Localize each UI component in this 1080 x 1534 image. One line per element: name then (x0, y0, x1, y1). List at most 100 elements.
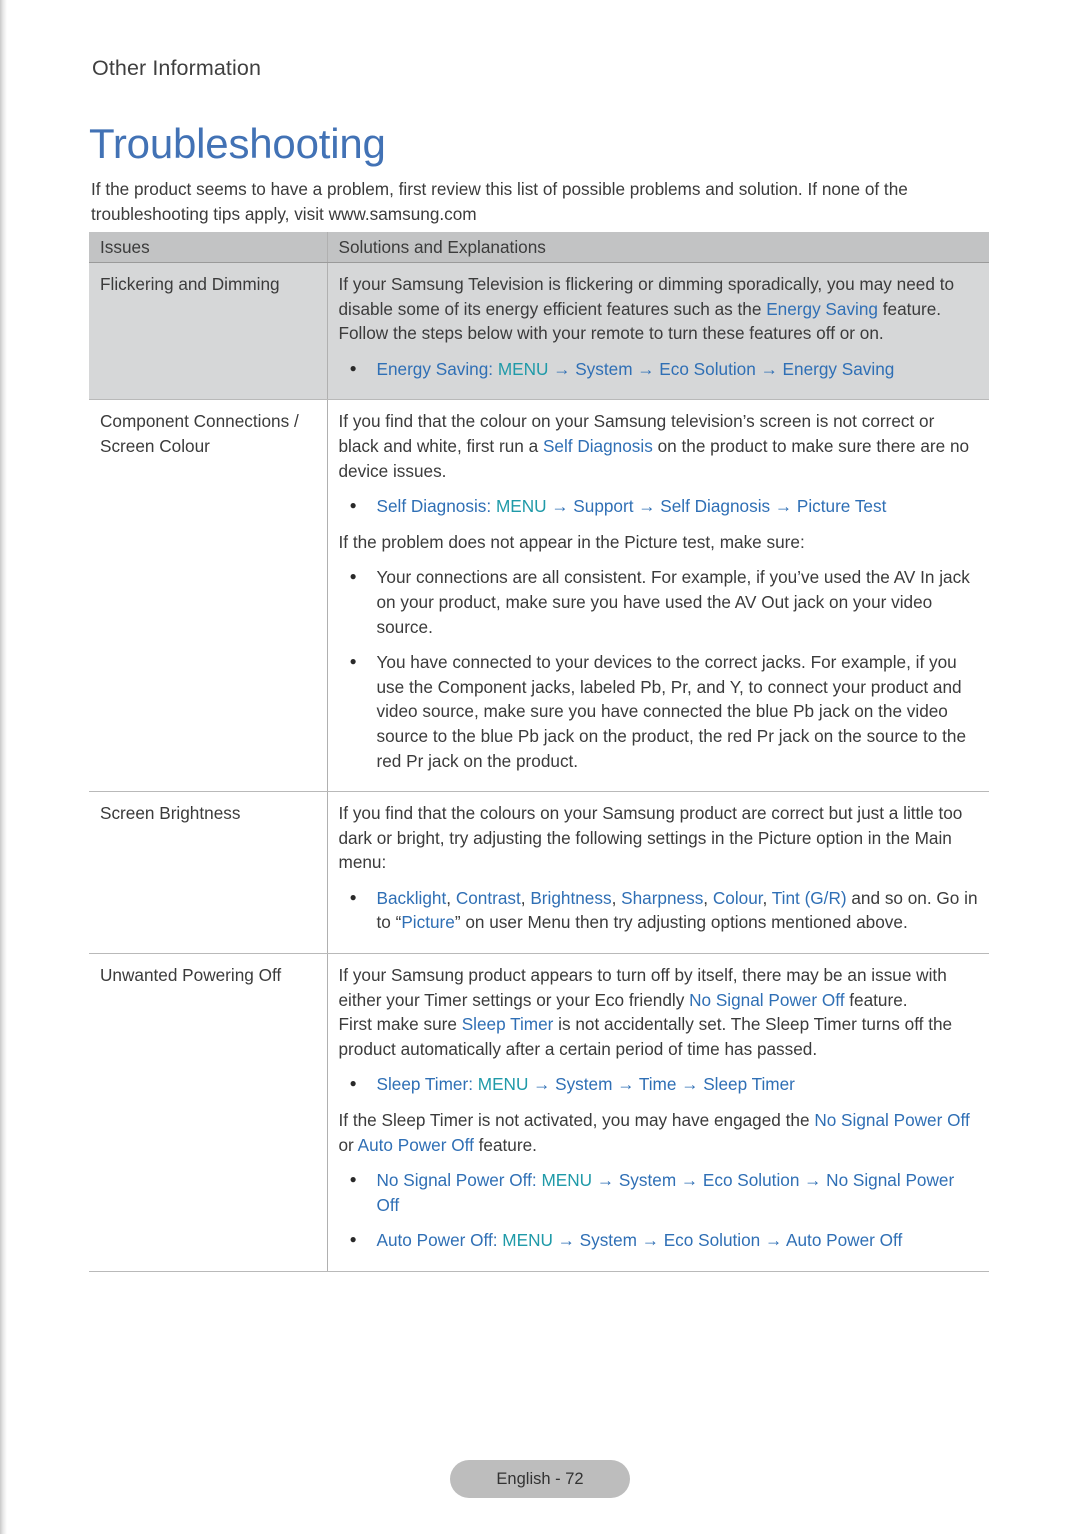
arrow-icon: → (546, 496, 574, 517)
feature-link: No Signal Power Off (814, 1110, 970, 1131)
issue-cell: Component Connections / Screen Colour (89, 399, 327, 793)
text-fragment: , (520, 887, 531, 908)
feature-link: Sleep Timer (376, 1074, 469, 1095)
setting-link: Picture (401, 912, 455, 933)
arrow-icon: → (799, 1170, 827, 1191)
menu-path-bullet: Energy Saving: MENU → System → Eco Solut… (339, 356, 980, 382)
solution-paragraph: If you find that the colours on your Sam… (338, 803, 963, 873)
solution-bullet: You have connected to your devices to th… (339, 649, 980, 773)
feature-link: Energy Saving (376, 358, 489, 379)
menu-key-label: MENU (502, 1230, 553, 1251)
menu-step: Time (638, 1074, 677, 1095)
arrow-icon: → (636, 1230, 664, 1251)
arrow-icon: → (633, 496, 661, 517)
arrow-icon: → (755, 358, 783, 379)
menu-step: Auto Power Off (786, 1230, 903, 1251)
text-fragment: : (468, 1074, 478, 1095)
issue-line: Screen Colour (100, 435, 210, 456)
menu-path-bullet: Sleep Timer: MENU → System → Time → Slee… (339, 1071, 980, 1097)
setting-link: Brightness (530, 887, 612, 908)
solution-paragraph: If the problem does not appear in the Pi… (338, 531, 805, 552)
solution-cell: If your Samsung Television is flickering… (326, 262, 989, 401)
column-header-solutions: Solutions and Explanations (326, 232, 989, 263)
menu-step: System (579, 1230, 637, 1251)
arrow-icon: → (676, 1074, 704, 1095)
section-kicker: Other Information (92, 56, 261, 80)
solution-cell: If you find that the colours on your Sam… (326, 791, 989, 955)
menu-key-label: MENU (541, 1170, 593, 1191)
feature-link: Self Diagnosis (376, 496, 487, 517)
menu-step: System (555, 1074, 613, 1095)
page-scan-edge (0, 0, 7, 1534)
setting-link: Backlight (376, 887, 447, 908)
feature-link: Energy Saving (766, 298, 878, 319)
page-title: Troubleshooting (89, 120, 386, 167)
menu-step: System (618, 1170, 677, 1191)
table-header-row: Issues Solutions and Explanations (89, 232, 989, 263)
solution-paragraph: If your Samsung product appears to turn … (339, 963, 980, 1012)
menu-key-label: MENU (495, 496, 547, 517)
menu-step: Eco Solution (702, 1170, 800, 1191)
menu-path-bullet: Self Diagnosis: MENU → Support → Self Di… (339, 493, 980, 519)
text-fragment: First make sure (338, 1014, 462, 1035)
menu-step: Eco Solution (659, 358, 756, 379)
setting-link: Contrast (455, 887, 521, 908)
text-fragment: feature. (844, 989, 908, 1010)
setting-link: Sharpness (621, 887, 704, 908)
troubleshooting-table: Issues Solutions and Explanations Flicke… (89, 232, 989, 1272)
menu-key-label: MENU (477, 1074, 529, 1095)
arrow-icon: → (552, 1230, 580, 1251)
text-fragment: , (762, 887, 772, 908)
text-fragment: feature. (473, 1134, 537, 1155)
text-fragment: , (611, 887, 622, 908)
text-fragment: If the Sleep Timer is not activated, you… (338, 1110, 815, 1131)
feature-link: Auto Power Off (357, 1134, 474, 1155)
text-fragment: , (446, 887, 456, 908)
text-fragment: , (703, 887, 713, 908)
arrow-icon: → (676, 1170, 703, 1191)
feature-link: No Signal Power Off (689, 989, 845, 1010)
menu-path-bullet: No Signal Power Off: MENU → System → Eco… (339, 1167, 980, 1217)
arrow-icon: → (770, 496, 797, 517)
intro-paragraph: If the product seems to have a problem, … (91, 179, 908, 224)
issue-cell: Screen Brightness (89, 791, 327, 955)
menu-step: Eco Solution (663, 1230, 761, 1251)
menu-key-label: MENU (497, 358, 549, 379)
feature-link: Auto Power Off (376, 1230, 493, 1251)
arrow-icon: → (592, 1170, 619, 1191)
text-fragment: : (488, 358, 498, 379)
table-row: Component Connections / Screen Colour If… (89, 399, 989, 793)
column-header-issues: Issues (89, 232, 327, 263)
solution-cell: If you find that the colour on your Sams… (326, 399, 989, 793)
menu-step: Self Diagnosis (660, 496, 771, 517)
menu-step: Energy Saving (782, 358, 895, 379)
feature-link: Sleep Timer (461, 1014, 554, 1035)
issue-line: Component Connections / (100, 411, 299, 432)
text-fragment: ” on user Menu then try adjusting option… (454, 912, 908, 933)
feature-link: Self Diagnosis (542, 435, 653, 456)
solution-paragraph: First make sure Sleep Timer is not accid… (339, 1012, 980, 1061)
settings-bullet: Backlight, Contrast, Brightness, Sharpne… (339, 885, 980, 935)
text-fragment: : (492, 1230, 503, 1251)
page-footer-badge: English - 72 (450, 1460, 630, 1498)
arrow-icon: → (528, 1074, 556, 1095)
menu-step: Sleep Timer (703, 1074, 795, 1095)
solution-paragraph: If the Sleep Timer is not activated, you… (339, 1108, 980, 1157)
menu-step: Picture Test (796, 496, 887, 517)
setting-link: Colour (712, 887, 763, 908)
arrow-icon: → (760, 1230, 787, 1251)
arrow-icon: → (632, 358, 660, 379)
text-fragment: or (338, 1134, 358, 1155)
solution-paragraph: If your Samsung Television is flickering… (339, 272, 980, 346)
issue-cell: Flickering and Dimming (89, 262, 327, 401)
solution-bullet: Your connections are all consistent. For… (339, 564, 980, 639)
text-fragment: : (486, 496, 496, 517)
menu-step: System (575, 358, 633, 379)
menu-path-bullet: Auto Power Off: MENU → System → Eco Solu… (339, 1227, 980, 1253)
solution-paragraph: If you find that the colour on your Sams… (339, 409, 980, 483)
table-row: Flickering and Dimming If your Samsung T… (89, 262, 989, 401)
arrow-icon: → (548, 358, 576, 379)
table-row: Unwanted Powering Off If your Samsung pr… (89, 953, 989, 1272)
menu-step: Support (573, 496, 634, 517)
solution-cell: If your Samsung product appears to turn … (326, 953, 989, 1272)
